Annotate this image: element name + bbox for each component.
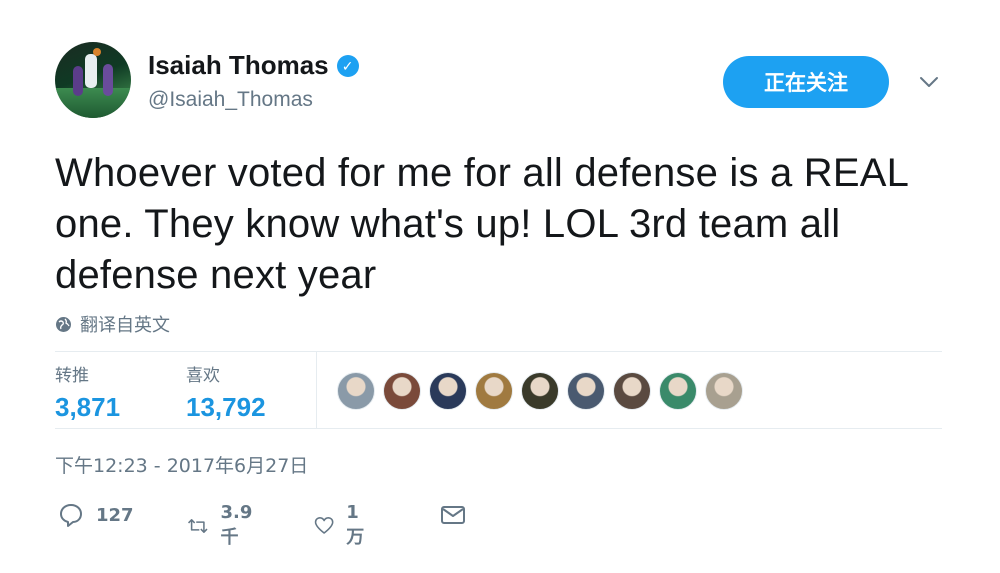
retweet-action[interactable]: 3.9千: [187, 502, 259, 549]
avatar-ball: [93, 48, 101, 56]
chevron-down-icon[interactable]: [918, 74, 940, 90]
envelope-icon: [441, 506, 465, 524]
stats-divider: [316, 352, 317, 428]
tweet-timestamp[interactable]: 下午12:23 - 2017年6月27日: [55, 451, 308, 478]
reply-action[interactable]: 127: [58, 502, 134, 528]
like-stat-value: 13,792: [186, 392, 266, 422]
like-count: 1万: [346, 502, 365, 548]
avatar-figure: [85, 54, 97, 88]
display-name[interactable]: Isaiah Thomas ✓: [148, 50, 359, 81]
profile-avatar[interactable]: [55, 42, 131, 118]
reply-count: 127: [96, 504, 134, 526]
retweet-stat-value: 3,871: [55, 392, 121, 422]
liker-avatar-3[interactable]: [429, 372, 467, 410]
like-stat[interactable]: 喜欢 13,792: [186, 361, 266, 423]
heart-icon: [314, 516, 334, 534]
retweet-stat[interactable]: 转推 3,871: [55, 361, 120, 423]
retweet-icon: [187, 518, 208, 533]
liker-avatar-9[interactable]: [705, 372, 743, 410]
tweet-text: Whoever voted for me for all defense is …: [55, 151, 908, 297]
translate-link[interactable]: 翻译自英文: [55, 311, 170, 337]
avatar-figure: [103, 64, 113, 96]
reply-icon: [60, 504, 82, 527]
verified-badge-icon: ✓: [336, 54, 359, 77]
liker-avatar-1[interactable]: [337, 372, 375, 410]
tweet-stats: 转推 3,871 喜欢 13,792: [55, 351, 942, 429]
liker-avatar-2[interactable]: [383, 372, 421, 410]
retweet-stat-label: 转推: [55, 366, 89, 386]
liker-avatars: [337, 372, 743, 410]
liker-avatar-5[interactable]: [521, 372, 559, 410]
liker-avatar-4[interactable]: [475, 372, 513, 410]
following-button[interactable]: 正在关注: [723, 56, 889, 108]
globe-icon: [56, 316, 71, 332]
direct-message-action[interactable]: [440, 502, 466, 528]
display-name-text[interactable]: Isaiah Thomas: [148, 50, 329, 81]
user-handle[interactable]: @Isaiah_Thomas: [148, 88, 313, 112]
liker-avatar-7[interactable]: [613, 372, 651, 410]
liker-avatar-6[interactable]: [567, 372, 605, 410]
like-stat-label: 喜欢: [186, 366, 220, 386]
avatar-figure: [73, 66, 83, 96]
avatar-court: [55, 88, 131, 118]
liker-avatar-8[interactable]: [659, 372, 697, 410]
like-action[interactable]: 1万: [314, 502, 370, 549]
retweet-count: 3.9千: [220, 502, 253, 548]
translate-label[interactable]: 翻译自英文: [80, 311, 170, 337]
